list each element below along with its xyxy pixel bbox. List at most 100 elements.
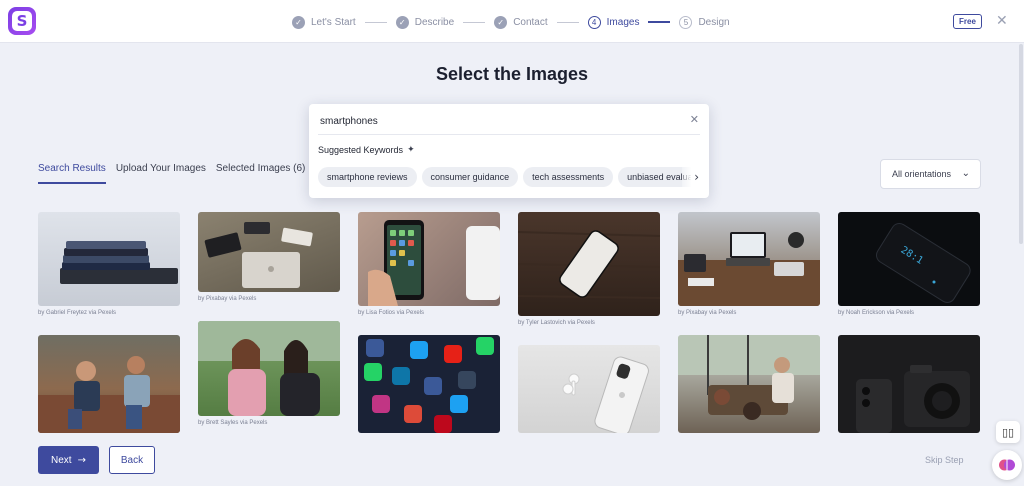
image-column (838, 335, 980, 447)
image-column: by Pixabay via Pexels (198, 212, 340, 306)
book-icon[interactable]: ▯▯ (996, 421, 1020, 443)
step-contact[interactable]: ✓ Contact (494, 15, 548, 29)
progress-steps: ✓ Let's Start ✓ Describe ✓ Contact 4 Ima… (292, 13, 730, 31)
iphone-and-airpods-image (562, 356, 649, 433)
image-credit (678, 437, 820, 447)
check-icon: ✓ (494, 15, 508, 29)
app-logo[interactable]: S (8, 7, 36, 35)
step-label: Describe (414, 16, 455, 28)
page-title: Select the Images (435, 64, 589, 84)
image-credit: by Lisa Fotios via Pexels (358, 310, 425, 316)
chevron-right-icon[interactable]: › (682, 167, 704, 187)
orientation-select[interactable]: All orientations ⌄ (880, 159, 981, 189)
search-input[interactable] (320, 113, 660, 129)
close-icon[interactable]: ✕ (996, 13, 1008, 29)
image-column (358, 335, 500, 447)
divider (318, 134, 700, 135)
arrow-right-icon: → (77, 454, 86, 466)
image-column (678, 335, 820, 447)
image-credit: by Gabriel Freytez via Pexels (38, 310, 117, 316)
tab-selected-images[interactable]: Selected Images (6) (216, 163, 306, 184)
step-lets-start[interactable]: ✓ Let's Start (292, 15, 356, 29)
tab-upload-images[interactable]: Upload Your Images (116, 163, 206, 184)
step-label: Images (606, 16, 640, 28)
image-tile[interactable] (358, 335, 500, 433)
people-at-table-image (678, 335, 820, 420)
image-tile[interactable] (38, 212, 180, 306)
skip-step-link[interactable]: Skip Step (925, 455, 964, 465)
image-column: by Brett Sayles via Pexels (198, 321, 340, 430)
image-credit: by Noah Erickson via Pexels (838, 310, 915, 316)
image-tile[interactable] (198, 321, 340, 416)
keyword-chip[interactable]: consumer guidance (421, 167, 519, 187)
next-button[interactable]: Next → (38, 446, 99, 474)
ai-assistant-button[interactable] (992, 450, 1022, 480)
orientation-value: All orientations (892, 169, 952, 179)
keyword-chip[interactable]: unbiased evaluations (618, 167, 691, 187)
devices-on-table-image (204, 222, 313, 288)
image-tile[interactable]: 28:1 (838, 212, 980, 306)
social-apps-screen-image (364, 337, 494, 433)
check-icon: ✓ (292, 15, 305, 29)
image-source-tabs: Search Results Upload Your Images Select… (38, 163, 315, 184)
image-credit (838, 437, 980, 447)
keyword-chips: smartphone reviews consumer guidance tec… (318, 167, 691, 187)
image-credit: by Brett Sayles via Pexels (198, 420, 268, 426)
step-connector (556, 21, 579, 23)
keyword-chip[interactable]: smartphone reviews (318, 167, 417, 187)
image-credit (518, 437, 660, 447)
kids-on-steps-image (38, 356, 180, 433)
step-design[interactable]: 5 Design (679, 15, 730, 29)
step-connector (364, 21, 387, 23)
desk-setup-image (678, 232, 820, 306)
image-column: 28:1 by Noah Erickson via Pexels (838, 212, 980, 320)
sparkle-icon: ✦ (407, 145, 415, 155)
step-label: Contact (513, 16, 548, 28)
image-column: by Pixabay via Pexels (678, 212, 820, 320)
plan-badge[interactable]: Free (953, 14, 982, 29)
phone-on-wood-image (518, 230, 660, 299)
image-tile[interactable] (38, 335, 180, 433)
image-credit (358, 437, 500, 447)
image-credit: by Pixabay via Pexels (198, 296, 257, 302)
step-describe[interactable]: ✓ Describe (395, 15, 455, 29)
clear-search-icon[interactable]: ✕ (690, 113, 699, 126)
search-popup: ✕ Suggested Keywords ✦ smartphone review… (309, 104, 709, 198)
step-images[interactable]: 4 Images (587, 15, 640, 29)
brain-icon (999, 459, 1015, 471)
step-label: Let's Start (311, 16, 356, 28)
image-tile[interactable] (198, 212, 340, 292)
step-number: 4 (587, 15, 601, 29)
image-tile[interactable] (518, 345, 660, 433)
girls-with-phones-image (198, 321, 340, 416)
scrollbar[interactable] (1019, 44, 1023, 244)
chevron-down-icon: ⌄ (961, 168, 970, 179)
step-number: 5 (679, 15, 693, 29)
phone-and-camera-image (856, 365, 970, 433)
image-credit: by Tyler Lastovich via Pexels (518, 320, 595, 326)
image-column: by Lisa Fotios via Pexels (358, 212, 500, 320)
phones-stack-image (60, 241, 178, 284)
image-column (38, 335, 180, 447)
image-column: by Gabriel Freytez via Pexels (38, 212, 180, 320)
step-connector (463, 21, 486, 23)
image-credit: by Pixabay via Pexels (678, 310, 737, 316)
next-label: Next (51, 454, 72, 466)
top-bar: S ✓ Let's Start ✓ Describe ✓ Contact 4 I… (0, 0, 1024, 43)
logo-letter: S (12, 11, 32, 31)
image-tile[interactable] (678, 335, 820, 433)
image-tile[interactable] (358, 212, 500, 306)
image-column: by Tyler Lastovich via Pexels (518, 212, 660, 330)
image-tile[interactable] (838, 335, 980, 433)
image-column (518, 345, 660, 447)
image-tile[interactable] (678, 212, 820, 306)
tab-search-results[interactable]: Search Results (38, 163, 106, 184)
image-tile[interactable] (518, 212, 660, 316)
suggested-keywords-heading: Suggested Keywords ✦ (318, 145, 415, 155)
back-button[interactable]: Back (109, 446, 155, 474)
phone-in-hand-image (368, 220, 500, 306)
step-label: Design (698, 16, 730, 28)
dark-phone-clock-image: 28:1 (876, 222, 971, 303)
check-icon: ✓ (395, 15, 409, 29)
keyword-chip[interactable]: tech assessments (523, 167, 614, 187)
